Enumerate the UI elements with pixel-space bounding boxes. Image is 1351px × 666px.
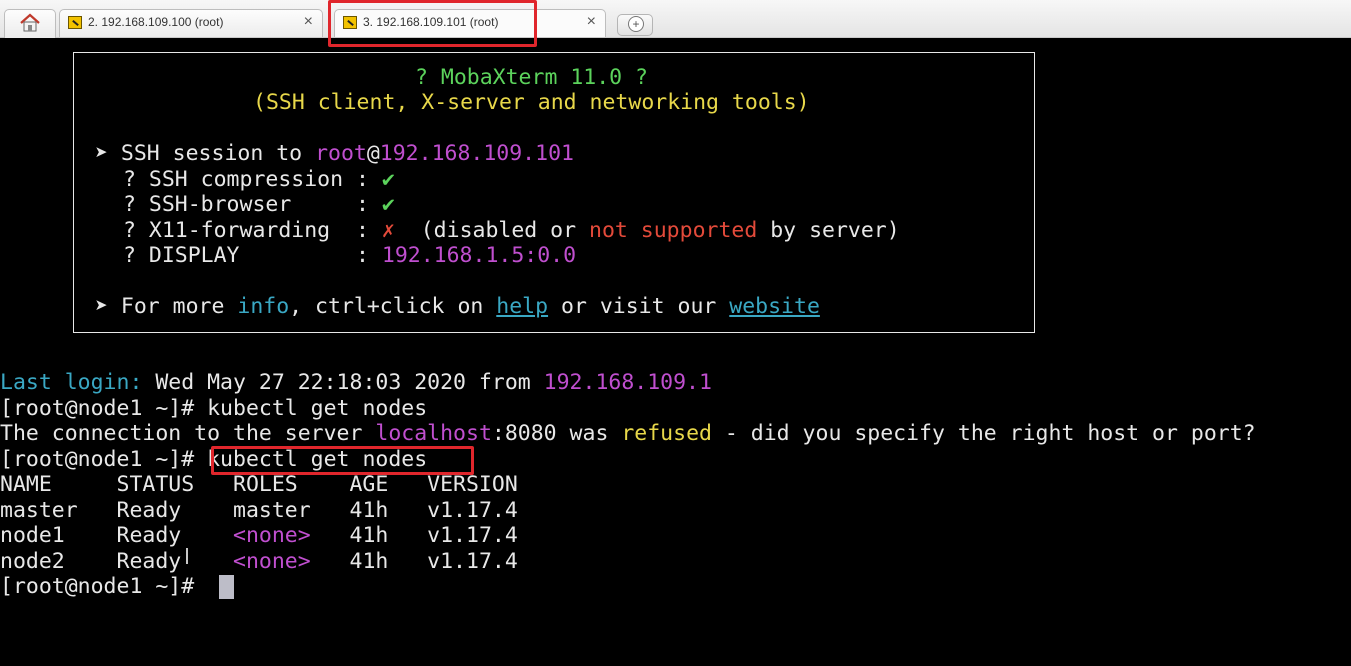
row-role: master — [233, 498, 311, 523]
plus-icon: + — [628, 16, 644, 32]
option-label: ? X11-forwarding : — [123, 218, 382, 243]
note-text: by server) — [757, 218, 900, 243]
tab-label: 2. 192.168.109.100 (root) — [88, 15, 224, 29]
table-row: master Ready master 41h v1.17.4 — [0, 498, 518, 523]
tab-session-2[interactable]: 2. 192.168.109.100 (root) × — [59, 9, 323, 37]
row-cells: node1 Ready — [0, 523, 233, 548]
final-prompt-line[interactable]: [root@node1 ~]# — [0, 574, 207, 599]
tab-bar: 2. 192.168.109.100 (root) × 3. 192.168.1… — [0, 0, 1351, 38]
shell-prompt: [root@node1 ~]# — [0, 396, 208, 421]
command-text: kubectl get nodes — [207, 396, 428, 421]
option-label: ? SSH-browser : — [123, 192, 382, 217]
option-label: ? DISPLAY : — [123, 243, 382, 268]
website-link[interactable]: website — [729, 294, 820, 319]
banner-subtitle: (SSH client, X-server and networking too… — [253, 90, 810, 115]
ssh-session-icon — [343, 16, 357, 29]
ssh-session-line: ➤ SSH session to root@192.168.109.101 — [95, 141, 574, 166]
more-info-line: ➤ For more info, ctrl+click on help or v… — [95, 294, 820, 319]
text-cursor-icon — [186, 548, 188, 564]
note-not-supported: not supported — [589, 218, 758, 243]
home-tab[interactable] — [4, 9, 56, 38]
row-role: <none> — [233, 549, 311, 574]
tab-session-3[interactable]: 3. 192.168.109.101 (root) × — [334, 9, 606, 37]
close-icon[interactable]: × — [304, 13, 313, 31]
last-login-ip: 192.168.109.1 — [543, 370, 712, 395]
last-login-line: Last login: Wed May 27 22:18:03 2020 fro… — [0, 370, 712, 395]
check-icon: ✔ — [381, 167, 395, 192]
new-tab-button[interactable]: + — [617, 14, 653, 36]
row-cells: master Ready — [0, 498, 233, 523]
last-login-label: Last login: — [0, 370, 143, 395]
error-text: - did you specify the right host or port… — [711, 421, 1256, 446]
session-at: @ — [366, 141, 380, 166]
row-cells: 41h v1.17.4 — [310, 549, 518, 574]
session-prefix: ➤ SSH session to — [95, 141, 316, 166]
display-value: 192.168.1.5:0.0 — [381, 243, 577, 268]
error-refused: refused — [621, 421, 712, 446]
banner-title: ? MobaXterm 11.0 ? — [415, 65, 648, 90]
last-login-text: Wed May 27 22:18:03 2020 from — [142, 370, 544, 395]
close-icon[interactable]: × — [587, 13, 596, 31]
note-text: (disabled or — [394, 218, 590, 243]
more-text: , ctrl+click on — [289, 294, 497, 319]
error-text: The connection to the server — [0, 421, 376, 446]
shell-prompt: [root@node1 ~]# — [0, 447, 208, 472]
row-cells: node2 Ready — [0, 549, 233, 574]
row-cells: 41h v1.17.4 — [310, 498, 518, 523]
error-text: :8080 was — [491, 421, 622, 446]
error-line: The connection to the server localhost:8… — [0, 421, 1256, 446]
option-x11-forwarding: ? X11-forwarding : ✗ (disabled or not su… — [123, 218, 900, 243]
option-ssh-browser: ? SSH-browser : ✔ — [123, 192, 395, 217]
more-text: ➤ For more — [95, 294, 238, 319]
table-row: node1 Ready <none> 41h v1.17.4 — [0, 523, 518, 548]
tab-label: 3. 192.168.109.101 (root) — [363, 15, 499, 29]
command-text: kubectl get nodes — [207, 447, 428, 472]
ssh-session-icon — [68, 16, 82, 29]
info-word: info — [237, 294, 290, 319]
table-row: node2 Ready <none> 41h v1.17.4 — [0, 549, 518, 574]
home-icon — [20, 13, 40, 32]
option-label: ? SSH compression : — [123, 167, 382, 192]
shell-prompt: [root@node1 ~]# — [0, 574, 208, 599]
terminal-cursor — [219, 575, 234, 599]
command-line-1: [root@node1 ~]# kubectl get nodes — [0, 396, 427, 421]
session-user: root — [315, 141, 367, 166]
cross-icon: ✗ — [381, 218, 395, 243]
option-display: ? DISPLAY : 192.168.1.5:0.0 — [123, 243, 576, 268]
more-text: or visit our — [548, 294, 730, 319]
error-host: localhost — [375, 421, 492, 446]
check-icon: ✔ — [381, 192, 395, 217]
option-ssh-compression: ? SSH compression : ✔ — [123, 167, 395, 192]
command-line-2: [root@node1 ~]# kubectl get nodes — [0, 447, 427, 472]
row-cells: 41h v1.17.4 — [310, 523, 518, 548]
help-link[interactable]: help — [496, 294, 548, 319]
row-role: <none> — [233, 523, 311, 548]
nodes-table-header: NAME STATUS ROLES AGE VERSION — [0, 472, 518, 497]
session-host: 192.168.109.101 — [379, 141, 574, 166]
